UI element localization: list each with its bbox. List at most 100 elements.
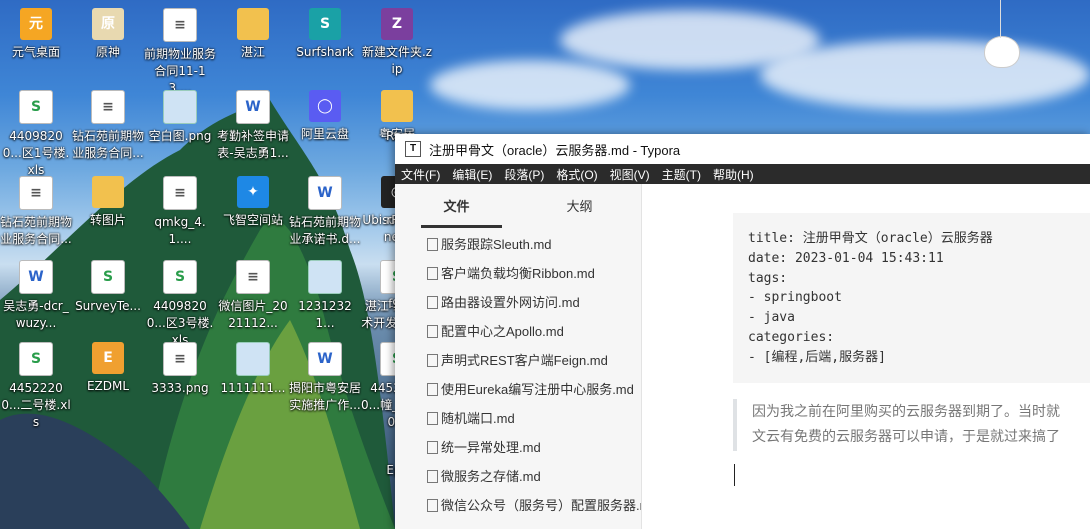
desktop-icon-label: 飞智空间站: [222, 213, 283, 227]
aliyun-drive-icon: ◯: [309, 90, 341, 122]
file-item[interactable]: 配置中心之Apollo.md: [395, 317, 641, 346]
image-icon: [308, 260, 342, 294]
image-icon: [236, 342, 270, 376]
word-icon: W: [236, 90, 270, 124]
ezdml-icon: E: [92, 342, 124, 374]
spreadsheet-icon: S: [19, 90, 53, 124]
desktop-icon[interactable]: S Surfshark: [289, 4, 361, 61]
folder-icon: [92, 176, 124, 208]
tab-outline[interactable]: 大纲: [518, 184, 641, 230]
front-matter-line: - [编程,后端,服务器]: [748, 349, 886, 365]
spreadsheet-icon: S: [91, 260, 125, 294]
desktop-icon-label: 空白图.png: [148, 129, 212, 143]
menu-file[interactable]: 文件(F): [395, 166, 446, 183]
desktop-icon[interactable]: W 考勤补签申请表-吴志勇1...: [217, 86, 289, 162]
menu-format[interactable]: 格式(O): [550, 166, 603, 183]
desktop-icon[interactable]: ≡ 微信图片_2021112...: [217, 256, 289, 332]
desktop-icon[interactable]: S 44522200...二号楼.xls: [0, 338, 72, 431]
desktop-icon[interactable]: 12312321...: [289, 256, 361, 332]
desktop-icon[interactable]: 1111111...: [217, 338, 289, 397]
desktop-icon-label: 原神: [95, 45, 120, 59]
desktop-icon[interactable]: 空白图.png: [144, 86, 216, 145]
editor-area[interactable]: title: 注册甲骨文（oracle）云服务器 date: 2023-01-04…: [642, 184, 1090, 529]
desktop-icon-label: 微信图片_2021112...: [218, 299, 288, 330]
desktop-icon[interactable]: ◯ 阿里云盘: [289, 86, 361, 143]
desktop-icon-label: SurveyTe...: [75, 299, 141, 313]
front-matter-line: categories:: [748, 329, 835, 345]
desktop-icon[interactable]: 转图片: [72, 172, 144, 229]
desktop-icon[interactable]: E EZDML: [72, 338, 144, 395]
typora-window[interactable]: T 注册甲骨文（oracle）云服务器.md - Typora 文件(F) 编辑…: [395, 134, 1090, 529]
quote-line: 因为我之前在阿里购买的云服务器到期了。当时就: [752, 403, 1060, 419]
file-name: 微服务之存储.md: [441, 469, 541, 484]
desktop-icon[interactable]: ≡ 钻石苑前期物业服务合同...: [72, 86, 144, 162]
file-name: 随机端口.md: [441, 411, 515, 426]
spreadsheet-icon: S: [163, 260, 197, 294]
desktop-icon-label: 湛江: [240, 45, 265, 59]
desktop-icon[interactable]: ≡ 钻石苑前期物业服务合同...: [0, 172, 72, 248]
markdown-file-icon: [427, 470, 438, 483]
menu-help[interactable]: 帮助(H): [707, 166, 760, 183]
desktop-icon-label: 钻石苑前期物业服务合同...: [0, 215, 73, 246]
menu-theme[interactable]: 主题(T): [656, 166, 707, 183]
desktop-icon[interactable]: W 吴志勇-dcr_wuzy...: [0, 256, 72, 332]
file-name: 路由器设置外网访问.md: [441, 295, 580, 310]
front-matter-line: date: 2023-01-04 15:43:11: [748, 250, 944, 266]
desktop-icon-label: 钻石苑前期物业承诺书.d...: [289, 215, 362, 246]
file-item[interactable]: 路由器设置外网访问.md: [395, 288, 641, 317]
desktop-icon[interactable]: ≡ qmkg_4.1....: [144, 172, 216, 248]
document-icon: ≡: [19, 176, 53, 210]
desktop-icon[interactable]: 湛江: [217, 4, 289, 61]
menu-edit[interactable]: 编辑(E): [446, 166, 498, 183]
markdown-file-icon: [427, 238, 438, 251]
front-matter-line: - java: [748, 310, 795, 326]
markdown-file-icon: [427, 267, 438, 280]
file-item[interactable]: 微服务之存储.md: [395, 462, 641, 491]
markdown-file-icon: [427, 383, 438, 396]
desktop-icon-label: 3333.png: [151, 381, 209, 395]
desktop-icon[interactable]: W 钻石苑前期物业承诺书.d...: [289, 172, 361, 248]
folder-icon: [237, 8, 269, 40]
file-item[interactable]: 声明式REST客户端Feign.md: [395, 346, 641, 375]
file-item[interactable]: 使用Eureka编写注册中心服务.md: [395, 375, 641, 404]
spreadsheet-icon: S: [19, 342, 53, 376]
file-name: 统一异常处理.md: [441, 440, 541, 455]
desktop-icon[interactable]: W 揭阳市粤安居实施推广作...: [289, 338, 361, 414]
file-name: 使用Eureka编写注册中心服务.md: [441, 382, 634, 397]
desktop-icon-label: 新建文件夹.zip: [361, 45, 433, 76]
file-name: 微信公众号（服务号）配置服务器.md: [441, 498, 641, 513]
menu-view[interactable]: 视图(V): [604, 166, 656, 183]
desktop-icon[interactable]: S 44098200...区3号楼.xls: [144, 256, 216, 349]
desktop-icon[interactable]: ≡ 前期物业服务合同11-13....: [144, 4, 216, 97]
desktop-icon[interactable]: S 44098200...区1号楼.xls: [0, 86, 72, 179]
menu-paragraph[interactable]: 段落(P): [498, 166, 550, 183]
desktop-icon[interactable]: ✦ 飞智空间站: [217, 172, 289, 229]
desktop-icon[interactable]: 元元气桌面: [0, 4, 72, 61]
desktop-icon[interactable]: S SurveyTe...: [72, 256, 144, 315]
document-icon: ≡: [163, 342, 197, 376]
pet-widget[interactable]: [984, 36, 1020, 68]
desktop-icon-label: 钻石苑前期物业服务合同...: [72, 129, 145, 160]
blockquote[interactable]: 因为我之前在阿里购买的云服务器到期了。当时就 文云有免费的云服务器可以申请，于是就…: [733, 399, 1090, 451]
menu-bar: 文件(F) 编辑(E) 段落(P) 格式(O) 视图(V) 主题(T) 帮助(H…: [395, 164, 1090, 184]
file-item[interactable]: 微信公众号（服务号）配置服务器.md: [395, 491, 641, 520]
title-bar[interactable]: T 注册甲骨文（oracle）云服务器.md - Typora: [395, 134, 1090, 164]
folder-icon: [381, 90, 413, 122]
file-item[interactable]: 随机端口.md: [395, 404, 641, 433]
front-matter-block[interactable]: title: 注册甲骨文（oracle）云服务器 date: 2023-01-04…: [733, 213, 1090, 383]
desktop-icon[interactable]: ≡ 3333.png: [144, 338, 216, 397]
image-icon: [163, 90, 197, 124]
typora-app-icon: T: [405, 141, 421, 157]
file-item[interactable]: 统一异常处理.md: [395, 433, 641, 462]
text-cursor: [734, 464, 735, 486]
desktop-icon-label: 44522200...二号楼.xls: [1, 381, 71, 429]
desktop-icon[interactable]: 原原神: [72, 4, 144, 61]
markdown-file-icon: [427, 499, 438, 512]
sidebar-tabs: 文件 大纲: [395, 184, 641, 230]
desktop-icon[interactable]: Z 新建文件夹.zip: [361, 4, 433, 78]
tab-files[interactable]: 文件: [395, 184, 518, 230]
desktop-icon-label: 1111111...: [220, 381, 286, 395]
file-item[interactable]: 服务跟踪Sleuth.md: [395, 230, 641, 259]
file-item[interactable]: 客户端负载均衡Ribbon.md: [395, 259, 641, 288]
document-icon: ≡: [163, 8, 197, 42]
